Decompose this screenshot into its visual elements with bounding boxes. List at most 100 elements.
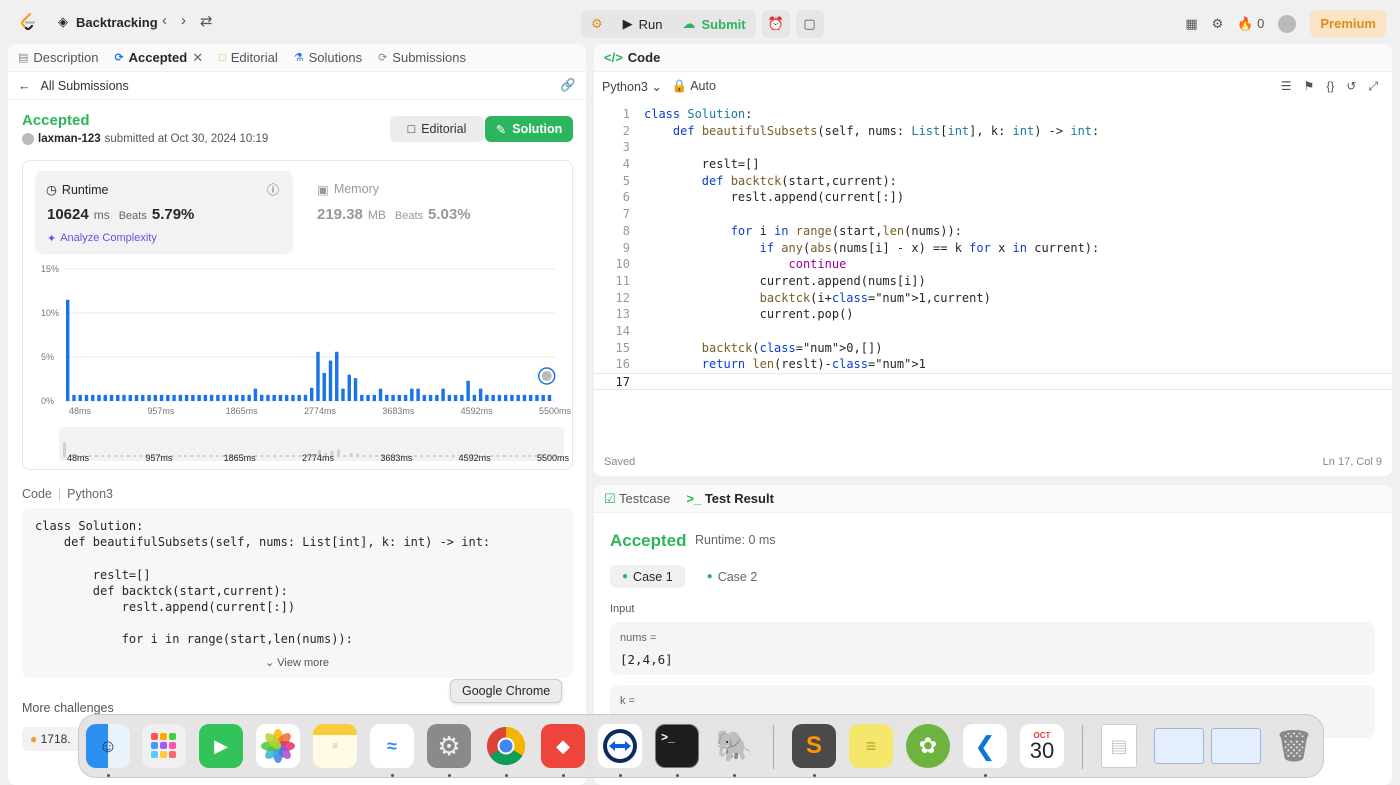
shuffle-icon[interactable]: ⇄ [200,12,213,30]
clock-icon: ◷ [46,183,57,197]
username-link[interactable]: laxman-123 [38,133,101,145]
notes-button[interactable]: ▢ [795,10,824,38]
code-line[interactable]: 6 reslt.append(current[:]) [594,189,1392,206]
editorial-button[interactable]: □ Editorial [390,116,484,142]
braces-icon[interactable]: {} [1326,79,1334,94]
tab-accepted[interactable]: ⟳ Accepted ✕ [114,50,203,66]
result-status: Accepted [610,531,687,550]
chart-bar [66,299,70,401]
prev-problem-icon[interactable]: ‹ [162,12,167,30]
runtime-distribution-chart[interactable]: 15% 10% 5% 0% 48ms 957ms 1865ms 2774ms 3683ms 459… [23,261,574,466]
chrome-window-1-icon[interactable] [1154,728,1204,764]
postgresql-icon[interactable]: 🐘 [712,724,756,768]
code-line[interactable]: 14 [594,323,1392,340]
photos-icon[interactable] [256,724,300,768]
tab-description[interactable]: ▤ Description [18,50,98,65]
timer-button[interactable]: ⏰ [761,10,790,38]
trash-icon[interactable]: 🗑 [1272,724,1316,768]
vscode-icon[interactable]: ❮ [963,724,1007,768]
code-line[interactable]: 12 backtck(i+class="num">1,current) [594,290,1392,307]
launchpad-icon[interactable] [142,724,186,768]
book-icon: □ [219,51,226,64]
user-avatar[interactable] [1278,14,1297,33]
code-line[interactable]: 10 continue [594,256,1392,273]
chrome-window-2-icon[interactable] [1211,728,1261,764]
stickies-icon[interactable]: ≡ [849,724,893,768]
submit-button[interactable]: ☁ Submit [673,10,756,38]
auto-mode[interactable]: 🔒 Auto [672,79,716,94]
layout-icon[interactable]: ▦ [1185,16,1197,32]
line-number: 15 [615,340,630,355]
code-line[interactable]: 1 class Solution: [594,106,1392,123]
run-button[interactable]: ▶ Run [613,10,673,38]
facetime-icon[interactable]: ▶ [199,724,243,768]
premium-button[interactable]: Premium [1310,10,1386,37]
x-tick-label: 4592ms [461,406,494,416]
info-icon[interactable]: ⓘ [267,181,279,198]
code-line[interactable]: 7 [594,206,1392,223]
format-icon[interactable]: ☰ [1281,79,1292,94]
teamviewer-icon[interactable] [598,724,642,768]
code-line[interactable]: 8 for i in range(start,len(nums)): [594,223,1392,240]
spring-icon[interactable]: ✿ [906,724,950,768]
runtime-card[interactable]: ◷ Runtime ⓘ 10624 ms Beats 5.79% ✦ Analyze… [35,171,293,254]
x-tick-label: 5500ms [539,406,572,416]
code-line[interactable]: 16 return len(reslt)-class="num">1 [594,356,1392,373]
mini-bar [203,455,207,457]
code-editor[interactable]: 1 class Solution: 2 def beautifulSubsets(s… [594,106,1392,390]
freeform-icon[interactable]: ≈ [370,724,414,768]
y-tick-label: 15% [41,264,59,274]
next-problem-icon[interactable]: › [181,12,186,30]
tab-testcase[interactable]: ☑ Testcase [604,491,670,507]
code-line[interactable]: 2 def beautifulSubsets(self, nums: List[… [594,123,1392,140]
solution-button[interactable]: ✎ Solution [485,116,573,142]
streak-counter[interactable]: 🔥 0 [1237,16,1264,32]
memory-value: 219.38 [317,206,363,223]
close-tab-icon[interactable]: ✕ [192,50,203,66]
problem-list-title[interactable]: ◈ Backtracking [58,14,158,30]
language-select[interactable]: Python3 ⌄ [602,79,662,94]
fullscreen-icon[interactable]: ⤢ [1368,79,1378,94]
code-line[interactable]: 17 [594,373,1392,390]
tab-editorial[interactable]: □ Editorial [219,50,278,65]
google-chrome-icon[interactable] [484,724,528,768]
mini-bar [94,455,98,457]
chart-bar [372,394,377,401]
mini-bar [286,455,290,457]
calendar-icon[interactable]: OCT 30 [1020,724,1064,768]
analyze-complexity-link[interactable]: ✦ Analyze Complexity [47,232,157,245]
terminal-icon[interactable]: >_ [655,724,699,768]
bookmark-icon[interactable]: ⚑ [1304,79,1315,94]
line-code: def beautifulSubsets(self, nums: List[in… [672,123,1100,138]
reset-icon[interactable]: ↺ [1346,79,1356,94]
sublime-text-icon[interactable]: S [792,724,836,768]
debug-button[interactable]: ⚙ [581,10,613,38]
chart-bar [328,360,333,401]
dock-tooltip: Google Chrome [450,679,563,703]
code-line[interactable]: 13 current.pop() [594,306,1392,323]
document-icon[interactable]: ▤ [1101,724,1137,768]
finder-icon[interactable]: ☺ [86,724,130,768]
notes-icon[interactable]: ≡ [313,724,357,768]
code-line[interactable]: 15 backtck(class="num">0,[]) [594,340,1392,357]
code-line[interactable]: 5 def backtck(start,current): [594,173,1392,190]
anydesk-icon[interactable]: ◆ [541,724,585,768]
all-submissions-link[interactable]: ← All Submissions 🔗 [8,72,586,100]
code-line[interactable]: 3 [594,139,1392,156]
case-2-tab[interactable]: ● Case 2 [695,565,770,588]
tab-submissions[interactable]: ⟳ Submissions [378,50,466,65]
tab-test-result[interactable]: >_ Test Result [686,491,774,506]
code-line[interactable]: 9 if any(abs(nums[i] - x) == k for x in … [594,240,1392,257]
view-more-button[interactable]: ⌄ View more [8,656,586,669]
x-tick-label: 3683ms [382,406,415,416]
system-settings-icon[interactable]: ⚙ [427,724,471,768]
case-1-tab[interactable]: ● Case 1 [610,565,685,588]
link-icon[interactable]: 🔗 [560,78,576,93]
memory-tab[interactable]: ▣ Memory [317,182,379,197]
code-line[interactable]: 4 reslt=[] [594,156,1392,173]
tab-solutions[interactable]: ⚗ Solutions [294,50,362,65]
code-line[interactable]: 11 current.append(nums[i]) [594,273,1392,290]
settings-icon[interactable]: ⚙ [1212,16,1224,32]
leetcode-logo[interactable] [18,12,38,32]
alarm-icon: ⏰ [767,16,784,31]
